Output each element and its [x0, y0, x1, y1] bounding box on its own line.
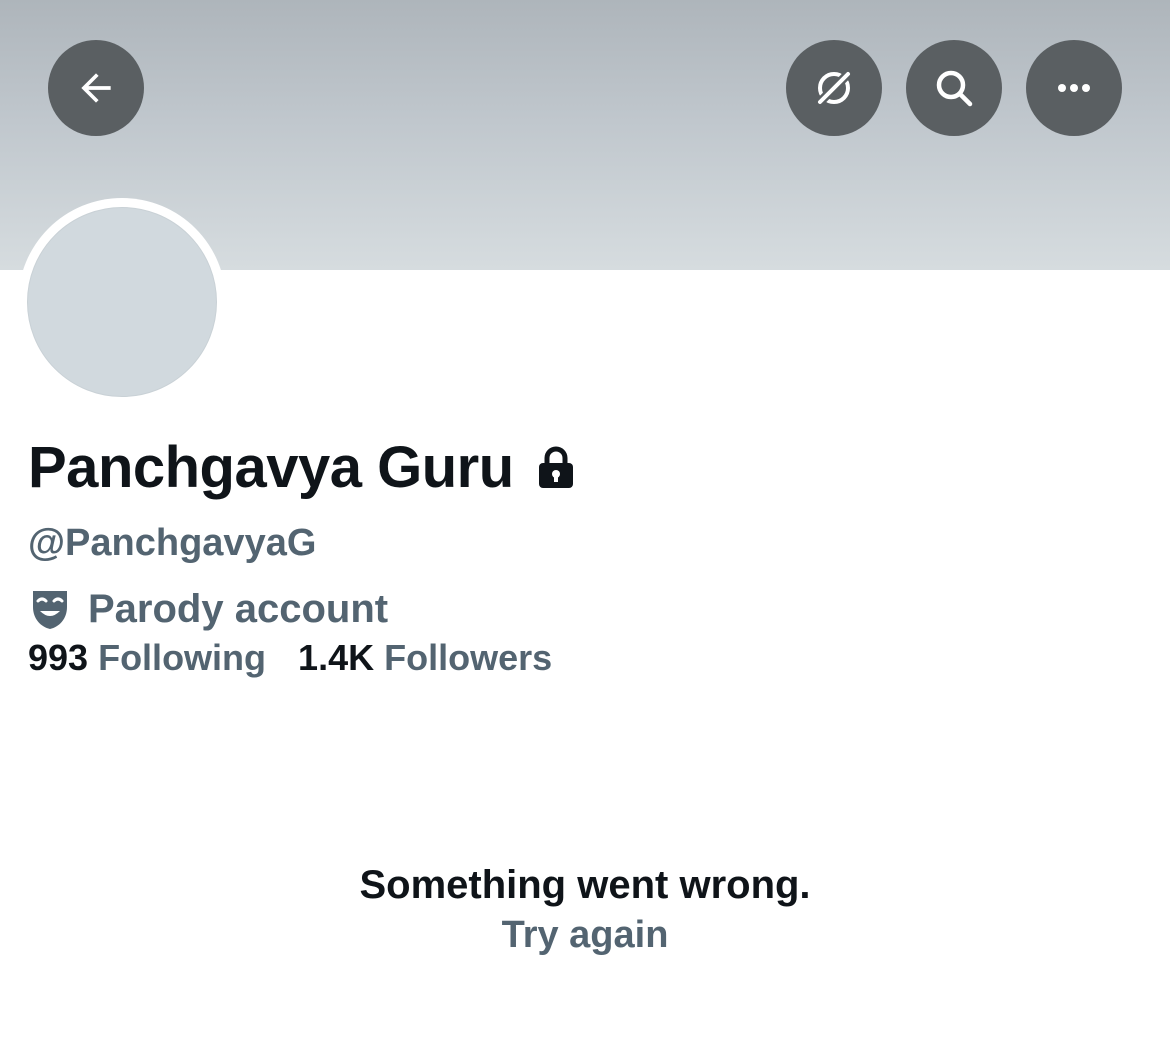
avatar[interactable]	[27, 207, 217, 397]
display-name-row: Panchgavya Guru	[28, 432, 576, 504]
lock-icon	[536, 446, 576, 490]
following-label: Following	[98, 637, 267, 678]
followers-label: Followers	[384, 637, 553, 678]
error-message: Something went wrong.	[359, 863, 811, 907]
more-icon	[1052, 66, 1096, 110]
following-link[interactable]: 993 Following	[28, 636, 266, 680]
search-button[interactable]	[906, 40, 1002, 136]
profile-page: Panchgavya Guru @PanchgavyaG Parody acco…	[0, 0, 1170, 1039]
follow-stats: 993 Following 1.4K Followers	[28, 636, 584, 680]
error-block: Something went wrong. Try again	[0, 860, 1170, 960]
translate-button[interactable]	[786, 40, 882, 136]
followers-link[interactable]: 1.4K Followers	[298, 636, 552, 680]
back-button[interactable]	[48, 40, 144, 136]
parody-mask-icon	[30, 587, 70, 631]
parody-account-label: Parody account	[88, 587, 389, 631]
search-icon	[930, 64, 978, 112]
parody-label-row: Parody account	[30, 584, 388, 634]
avatar-ring	[18, 198, 226, 406]
followers-count: 1.4K	[298, 637, 375, 678]
more-options-button[interactable]	[1026, 40, 1122, 136]
back-arrow-icon	[74, 66, 118, 110]
translate-icon	[810, 64, 858, 112]
profile-handle: @PanchgavyaG	[28, 522, 317, 564]
following-count: 993	[28, 637, 89, 678]
try-again-button[interactable]: Try again	[502, 910, 669, 960]
display-name: Panchgavya Guru	[28, 435, 514, 500]
